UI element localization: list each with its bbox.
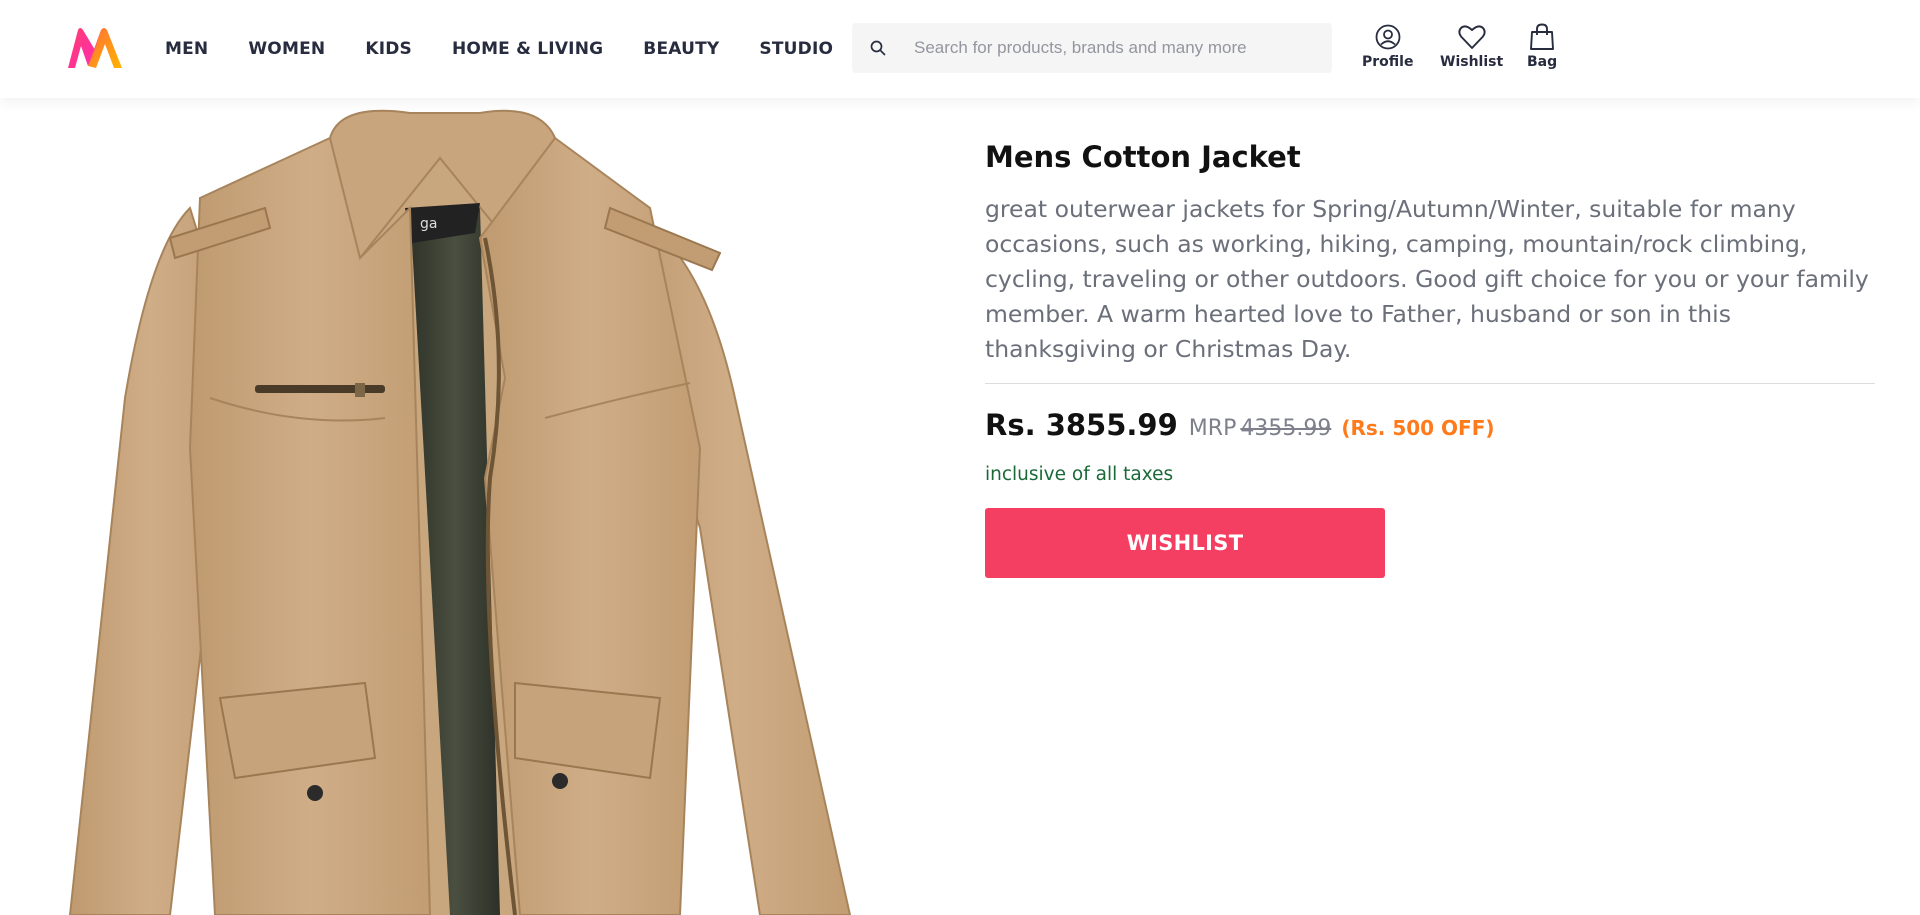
profile-icon: [1373, 22, 1403, 52]
nav-item-women[interactable]: WOMEN: [248, 39, 325, 59]
product-image: ga: [0, 98, 940, 915]
wishlist-label: Wishlist: [1440, 54, 1504, 70]
nav-item-men[interactable]: MEN: [165, 39, 208, 59]
nav-item-beauty[interactable]: BEAUTY: [643, 39, 719, 59]
profile-label: Profile: [1362, 54, 1414, 70]
jacket-illustration: ga: [68, 109, 852, 915]
search-icon[interactable]: [868, 38, 888, 58]
myntra-logo-icon[interactable]: [66, 26, 124, 70]
nav-item-home-living[interactable]: HOME & LIVING: [452, 39, 603, 59]
wishlist-nav-button[interactable]: Wishlist: [1440, 22, 1503, 70]
discount-badge: (Rs. 500 OFF): [1341, 416, 1495, 440]
wishlist-button[interactable]: WISHLIST: [985, 508, 1385, 578]
price-row: Rs. 3855.99 MRP 4355.99 (Rs. 500 OFF): [985, 408, 1875, 442]
tax-note: inclusive of all taxes: [985, 464, 1174, 485]
nav-item-kids[interactable]: KIDS: [365, 39, 412, 59]
nav-item-studio[interactable]: STUDIO: [759, 39, 833, 59]
mrp-label: MRP: [1188, 416, 1237, 441]
main-nav: MEN WOMEN KIDS HOME & LIVING BEAUTY STUD…: [165, 0, 873, 98]
mrp-price: 4355.99: [1240, 416, 1332, 441]
bag-button[interactable]: Bag: [1527, 22, 1557, 70]
search-bar: [852, 23, 1332, 73]
profile-button[interactable]: Profile: [1362, 22, 1413, 70]
product-description: great outerwear jackets for Spring/Autum…: [985, 192, 1875, 384]
bag-icon: [1527, 22, 1557, 52]
svg-text:ga: ga: [420, 216, 437, 232]
bag-label: Bag: [1527, 54, 1558, 70]
selling-price: Rs. 3855.99: [985, 408, 1178, 442]
header: MEN WOMEN KIDS HOME & LIVING BEAUTY STUD…: [0, 0, 1920, 98]
product-title: Mens Cotton Jacket: [985, 140, 1301, 174]
heart-icon: [1457, 22, 1487, 52]
product-details: Mens Cotton Jacket great outerwear jacke…: [985, 140, 1875, 578]
search-input[interactable]: [912, 37, 1316, 59]
